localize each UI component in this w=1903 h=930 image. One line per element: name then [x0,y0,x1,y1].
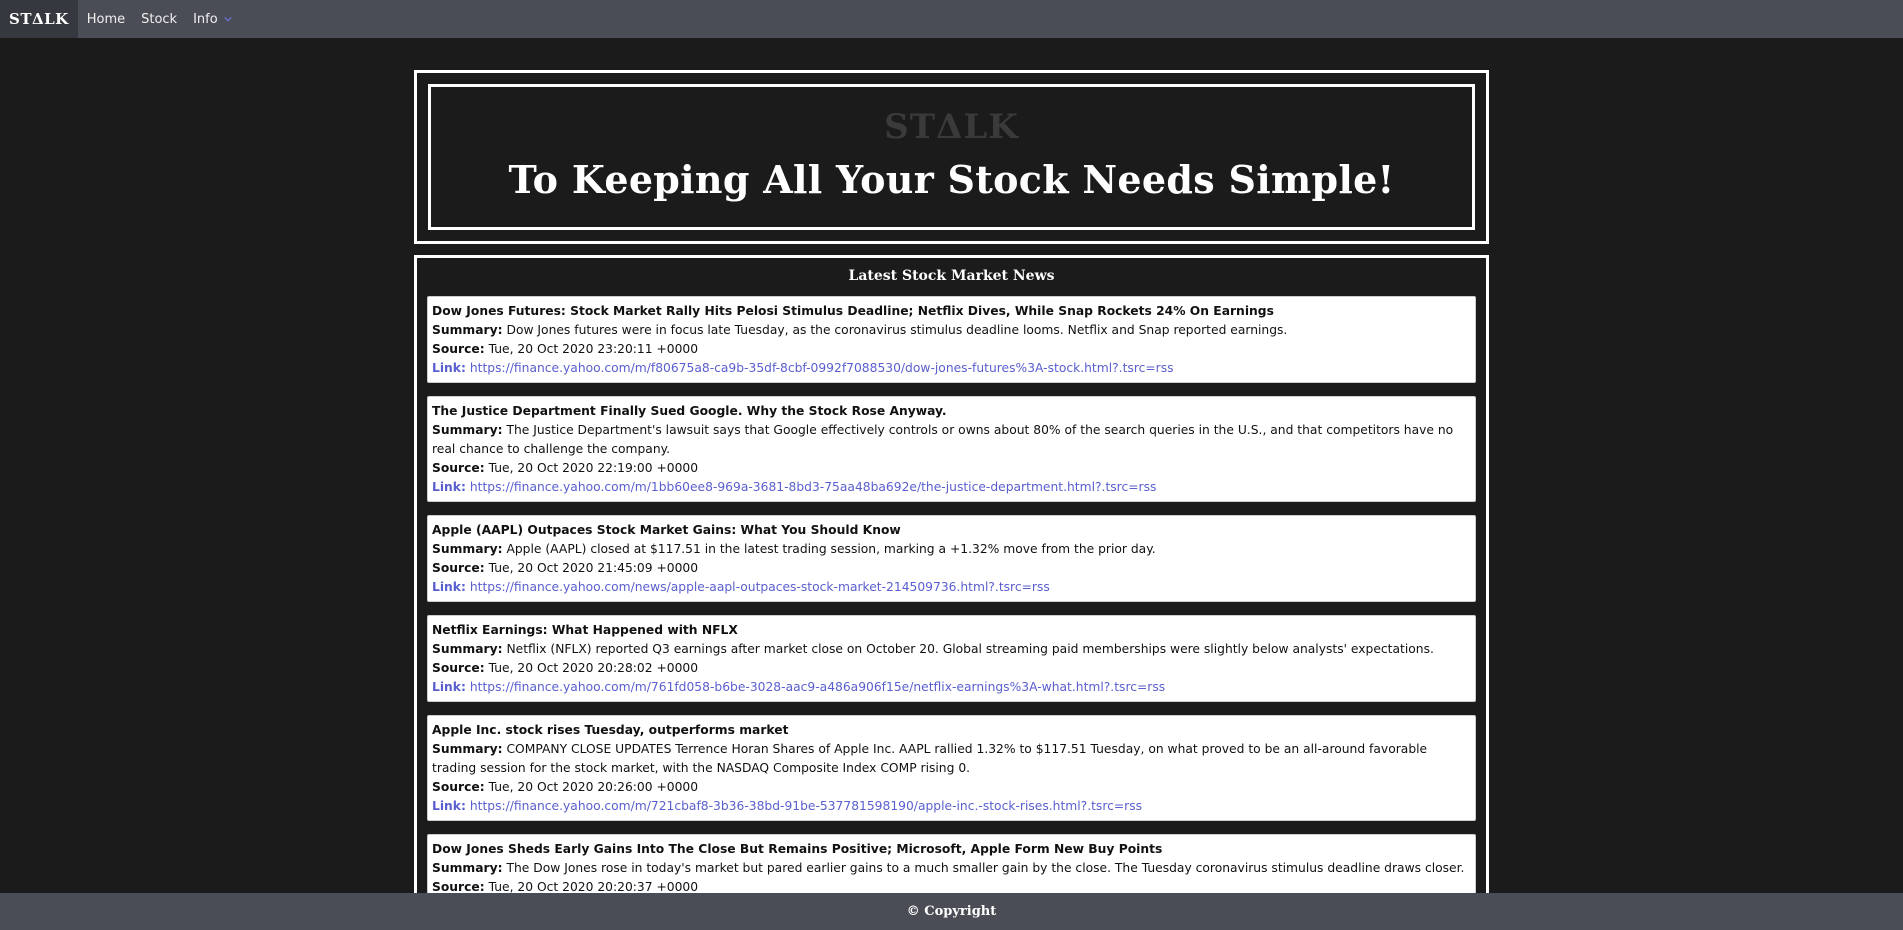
news-card: Netflix Earnings: What Happened with NFL… [427,615,1476,702]
news-title: Netflix Earnings: What Happened with NFL… [432,623,738,637]
source-text: Tue, 20 Oct 2020 20:28:02 +0000 [488,661,699,675]
news-link-url[interactable]: https://finance.yahoo.com/m/721cbaf8-3b3… [470,799,1142,813]
news-title: The Justice Department Finally Sued Goog… [432,404,947,418]
news-link-url[interactable]: https://finance.yahoo.com/m/1bb60ee8-969… [470,480,1157,494]
summary-text: Dow Jones futures were in focus late Tue… [506,323,1288,337]
summary-text: Netflix (NFLX) reported Q3 earnings afte… [506,642,1434,656]
news-card: Dow Jones Futures: Stock Market Rally Hi… [427,296,1476,383]
news-title: Apple Inc. stock rises Tuesday, outperfo… [432,723,789,737]
top-navbar: STΔLK Home Stock Info [0,0,1903,38]
news-source: Source: Tue, 20 Oct 2020 20:26:00 +0000 [432,778,1471,797]
news-title: Dow Jones Sheds Early Gains Into The Clo… [432,842,1163,856]
summary-label: Summary: [432,742,503,756]
news-link: Link: https://finance.yahoo.com/m/721cba… [432,797,1471,816]
source-text: Tue, 20 Oct 2020 22:19:00 +0000 [488,461,699,475]
summary-label: Summary: [432,423,503,437]
news-link: Link: https://finance.yahoo.com/news/app… [432,578,1471,597]
summary-label: Summary: [432,323,503,337]
source-label: Source: [432,661,485,675]
source-label: Source: [432,461,485,475]
news-summary: Summary: Apple (AAPL) closed at $117.51 … [432,540,1471,559]
link-label: Link: [432,799,466,813]
news-source: Source: Tue, 20 Oct 2020 22:19:00 +0000 [432,459,1471,478]
news-title: Dow Jones Futures: Stock Market Rally Hi… [432,304,1274,318]
news-card: Apple Inc. stock rises Tuesday, outperfo… [427,715,1476,821]
news-link-url[interactable]: https://finance.yahoo.com/m/f80675a8-ca9… [470,361,1174,375]
link-label: Link: [432,680,466,694]
news-card: Apple (AAPL) Outpaces Stock Market Gains… [427,515,1476,602]
source-label: Source: [432,780,485,794]
source-text: Tue, 20 Oct 2020 23:20:11 +0000 [488,342,699,356]
link-label: Link: [432,480,466,494]
summary-text: The Justice Department's lawsuit says th… [432,423,1454,456]
link-label: Link: [432,580,466,594]
news-source: Source: Tue, 20 Oct 2020 23:20:11 +0000 [432,340,1471,359]
news-card: The Justice Department Finally Sued Goog… [427,396,1476,502]
hero-banner: STΔLK To Keeping All Your Stock Needs Si… [414,70,1489,244]
source-label: Source: [432,561,485,575]
news-card: Dow Jones Sheds Early Gains Into The Clo… [427,834,1476,902]
chevron-down-icon [224,16,232,22]
hero-tagline: To Keeping All Your Stock Needs Simple! [508,157,1395,202]
hero-logo: STΔLK [884,107,1019,147]
brand-logo[interactable]: STΔLK [0,0,78,38]
news-summary: Summary: Dow Jones futures were in focus… [432,321,1471,340]
summary-label: Summary: [432,642,503,656]
nav-stock[interactable]: Stock [133,0,185,38]
news-summary: Summary: Netflix (NFLX) reported Q3 earn… [432,640,1471,659]
news-heading: Latest Stock Market News [848,268,1055,284]
hero-inner-frame: STΔLK To Keeping All Your Stock Needs Si… [428,84,1475,230]
source-text: Tue, 20 Oct 2020 21:45:09 +0000 [488,561,699,575]
summary-text: The Dow Jones rose in today's market but… [506,861,1465,875]
summary-label: Summary: [432,542,503,556]
nav-home[interactable]: Home [78,0,133,38]
news-summary: Summary: The Justice Department's lawsui… [432,421,1471,459]
source-text: Tue, 20 Oct 2020 20:20:37 +0000 [488,880,699,894]
news-link: Link: https://finance.yahoo.com/m/f80675… [432,359,1471,378]
source-text: Tue, 20 Oct 2020 20:26:00 +0000 [488,780,699,794]
summary-text: Apple (AAPL) closed at $117.51 in the la… [506,542,1156,556]
source-label: Source: [432,342,485,356]
source-label: Source: [432,880,485,894]
link-label: Link: [432,361,466,375]
summary-text: COMPANY CLOSE UPDATES Terrence Horan Sha… [432,742,1428,775]
news-link-url[interactable]: https://finance.yahoo.com/m/761fd058-b6b… [470,680,1165,694]
news-summary: Summary: COMPANY CLOSE UPDATES Terrence … [432,740,1471,778]
news-source: Source: Tue, 20 Oct 2020 20:28:02 +0000 [432,659,1471,678]
news-title: Apple (AAPL) Outpaces Stock Market Gains… [432,523,901,537]
footer: © Copyright [0,893,1903,930]
news-summary: Summary: The Dow Jones rose in today's m… [432,859,1471,878]
main-content: STΔLK To Keeping All Your Stock Needs Si… [414,70,1489,930]
nav-info-dropdown[interactable]: Info [185,0,240,38]
news-link: Link: https://finance.yahoo.com/m/761fd0… [432,678,1471,697]
summary-label: Summary: [432,861,503,875]
news-source: Source: Tue, 20 Oct 2020 21:45:09 +0000 [432,559,1471,578]
news-section: Latest Stock Market News Dow Jones Futur… [414,255,1489,930]
news-link: Link: https://finance.yahoo.com/m/1bb60e… [432,478,1471,497]
nav-info-label: Info [193,11,218,27]
copyright-text: © Copyright [906,904,997,919]
news-link-url[interactable]: https://finance.yahoo.com/news/apple-aap… [470,580,1050,594]
